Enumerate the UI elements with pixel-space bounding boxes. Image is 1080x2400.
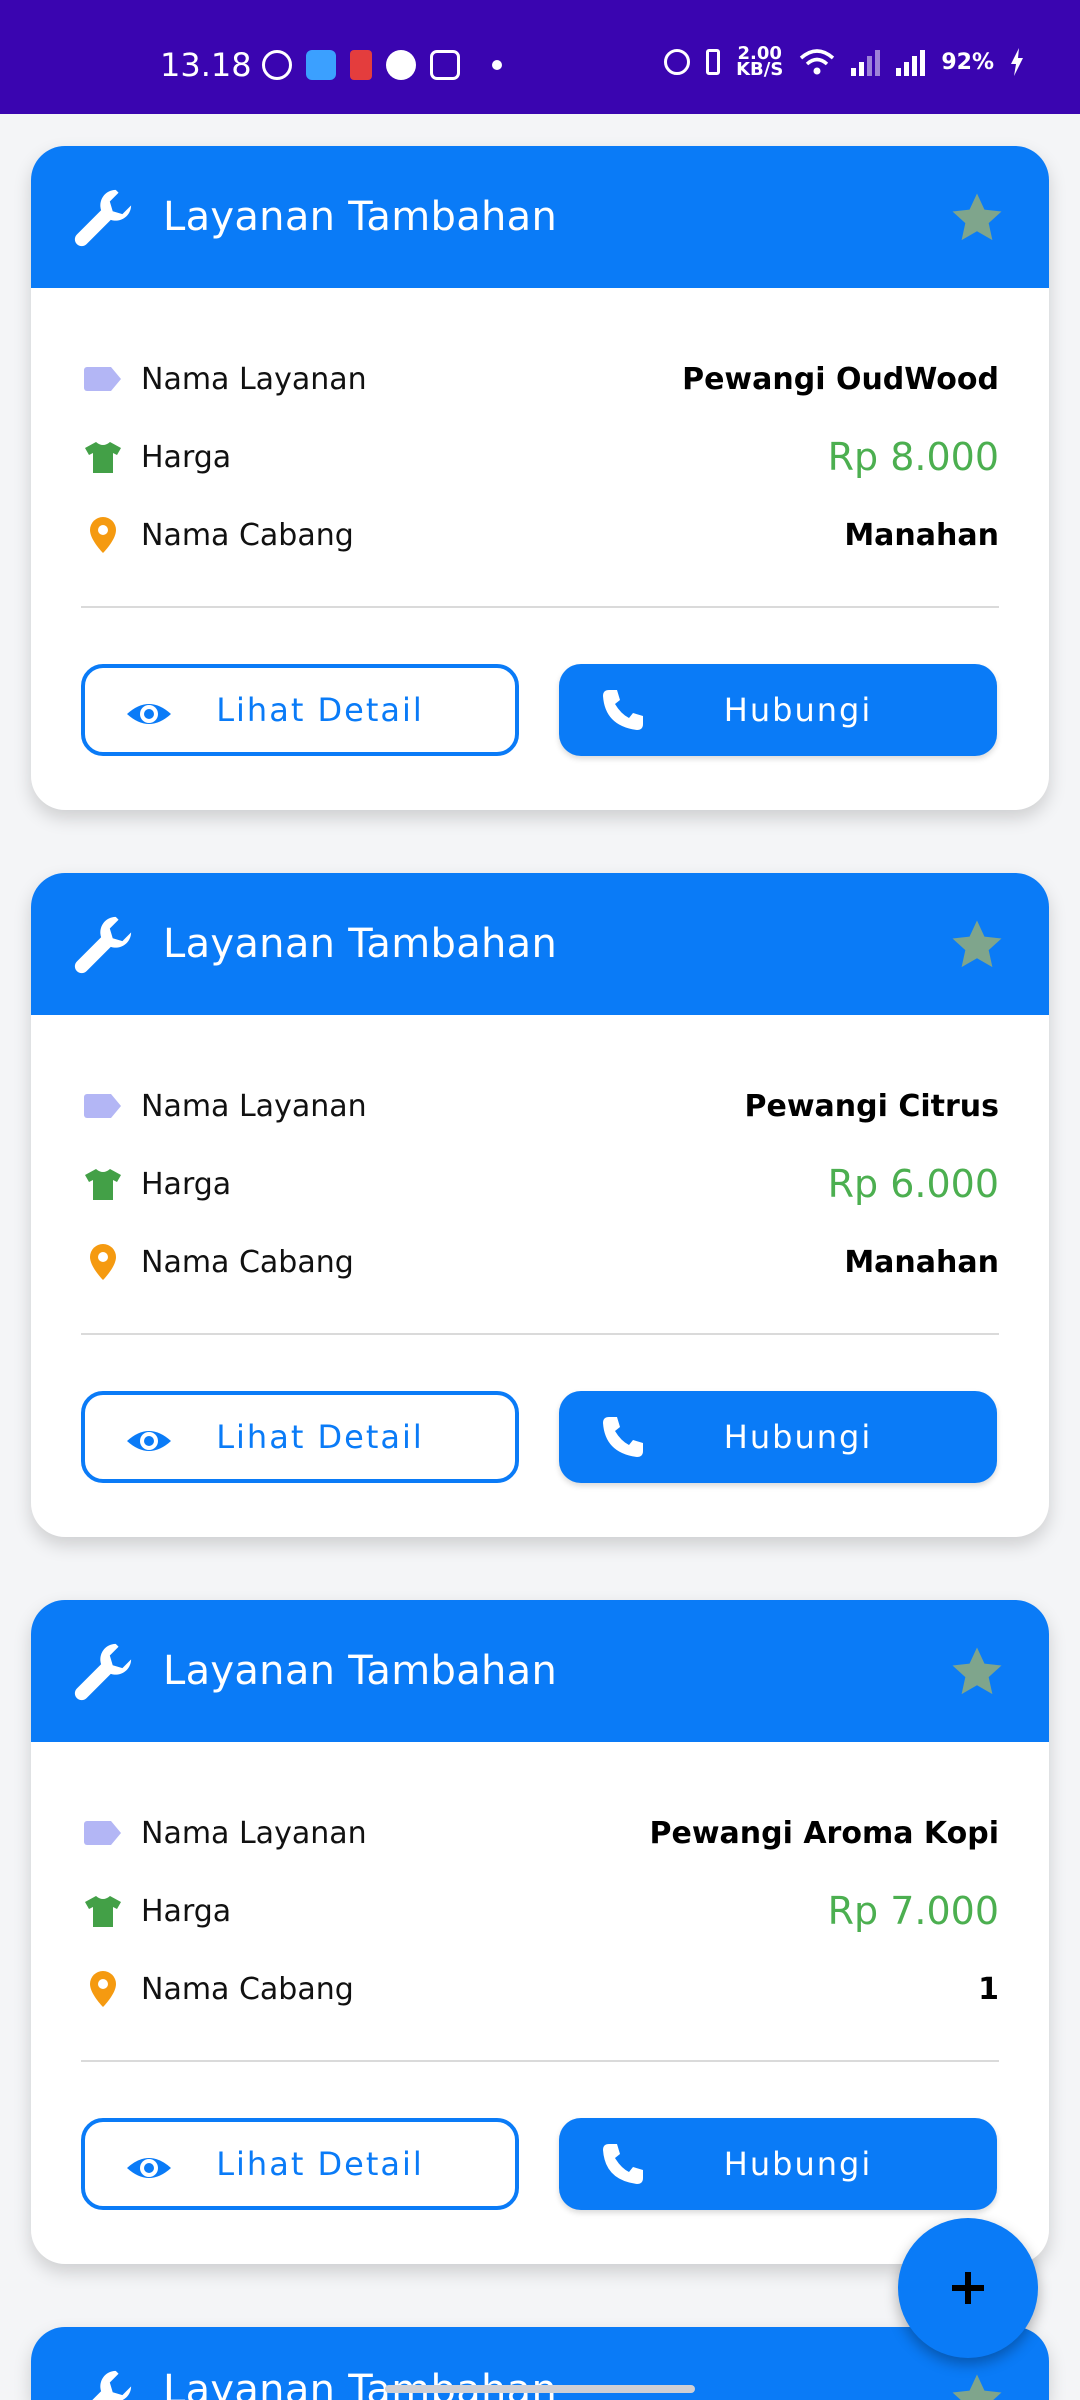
- eye-icon: [127, 704, 171, 724]
- branch-value: 1: [978, 1971, 999, 2007]
- price-row: Harga Rp 7.000: [83, 1872, 999, 1950]
- card-title: Layanan Tambahan: [163, 2367, 558, 2400]
- service-card[interactable]: Layanan Tambahan Nama Layanan Pewangi Ou…: [31, 146, 1049, 810]
- contact-button[interactable]: Hubungi: [559, 2118, 997, 2210]
- view-detail-button[interactable]: Lihat Detail: [81, 2118, 519, 2210]
- location-pin-icon: [83, 1969, 123, 2009]
- location-pin-icon: [83, 515, 123, 555]
- wrench-icon: [74, 916, 132, 974]
- phone-icon: [603, 690, 643, 730]
- service-name-row: Nama Layanan Pewangi OudWood: [83, 340, 999, 418]
- shirt-icon: [83, 437, 123, 477]
- instagram-icon: [430, 50, 460, 80]
- shirt-icon: [83, 1164, 123, 1204]
- status-time: 13.18: [160, 46, 252, 84]
- branch-row: Nama Cabang 1: [83, 1950, 999, 2028]
- app-notification-icon: [306, 50, 336, 80]
- charging-bolt-icon: [1011, 48, 1023, 76]
- signal-sim1-icon: [851, 48, 881, 76]
- card-title: Layanan Tambahan: [163, 921, 558, 967]
- add-service-button[interactable]: [898, 2218, 1038, 2358]
- notification-icons: [262, 50, 502, 80]
- service-card[interactable]: Layanan Tambahan Nama Layanan Pewangi Ar…: [31, 1600, 1049, 2264]
- system-status-icons: 2.00 KB/S 92%: [664, 43, 1024, 80]
- star-icon[interactable]: [949, 1644, 1005, 1700]
- phone-icon: [603, 2144, 643, 2184]
- price-value: Rp 7.000: [827, 1889, 999, 1933]
- signal-sim2-icon: [896, 48, 926, 76]
- price-label: Harga: [141, 1893, 232, 1929]
- label-tag-icon: [83, 1086, 123, 1126]
- branch-row: Nama Cabang Manahan: [83, 1223, 999, 1301]
- facebook-icon: [386, 50, 416, 80]
- service-name-label: Nama Layanan: [141, 361, 367, 397]
- price-label: Harga: [141, 1166, 232, 1202]
- eye-icon: [127, 2158, 171, 2178]
- star-icon[interactable]: [949, 2371, 1005, 2400]
- branch-value: Manahan: [844, 1244, 999, 1280]
- branch-label: Nama Cabang: [141, 517, 354, 553]
- payment-app-icon: [350, 50, 372, 80]
- location-pin-icon: [83, 1242, 123, 1282]
- more-notifications-dot: [492, 60, 502, 70]
- wrench-icon: [92, 2370, 132, 2400]
- branch-row: Nama Cabang Manahan: [83, 496, 999, 574]
- contact-button[interactable]: Hubungi: [559, 664, 997, 756]
- wrench-icon: [74, 189, 132, 247]
- phone-icon: [603, 1417, 643, 1457]
- network-speed: 2.00 KB/S: [736, 43, 784, 80]
- wrench-icon: [74, 1643, 132, 1701]
- service-name-row: Nama Layanan Pewangi Aroma Kopi: [83, 1794, 999, 1872]
- view-detail-button[interactable]: Lihat Detail: [81, 1391, 519, 1483]
- plus-icon: [952, 2272, 984, 2304]
- status-bar: 13.18 2.00 KB/S 92%: [0, 0, 1080, 114]
- service-name-label: Nama Layanan: [141, 1815, 367, 1851]
- price-value: Rp 6.000: [827, 1162, 999, 1206]
- gesture-home-indicator[interactable]: [385, 2385, 695, 2393]
- price-label: Harga: [141, 439, 232, 475]
- alarm-icon: [664, 49, 691, 75]
- label-tag-icon: [83, 1813, 123, 1853]
- branch-value: Manahan: [844, 517, 999, 553]
- card-header: Layanan Tambahan: [31, 1600, 1049, 1742]
- label-tag-icon: [83, 359, 123, 399]
- service-card[interactable]: Layanan Tambahan Nama Layanan Pewangi Ci…: [31, 873, 1049, 1537]
- service-name-row: Nama Layanan Pewangi Citrus: [83, 1067, 999, 1145]
- card-header: Layanan Tambahan: [31, 873, 1049, 1015]
- price-value: Rp 8.000: [827, 435, 999, 479]
- price-row: Harga Rp 8.000: [83, 418, 999, 496]
- shirt-icon: [83, 1891, 123, 1931]
- service-name-value: Pewangi Citrus: [744, 1088, 999, 1124]
- star-icon[interactable]: [949, 190, 1005, 246]
- contact-button[interactable]: Hubungi: [559, 1391, 997, 1483]
- card-header: Layanan Tambahan: [31, 146, 1049, 288]
- price-row: Harga Rp 6.000: [83, 1145, 999, 1223]
- card-title: Layanan Tambahan: [163, 1648, 558, 1694]
- service-name-label: Nama Layanan: [141, 1088, 367, 1124]
- card-title: Layanan Tambahan: [163, 194, 558, 240]
- whatsapp-icon: [262, 50, 292, 80]
- wifi-icon: [800, 49, 835, 75]
- branch-label: Nama Cabang: [141, 1971, 354, 2007]
- star-icon[interactable]: [949, 917, 1005, 973]
- service-name-value: Pewangi Aroma Kopi: [649, 1815, 999, 1851]
- vibrate-icon: [706, 49, 721, 75]
- service-name-value: Pewangi OudWood: [682, 361, 999, 397]
- view-detail-button[interactable]: Lihat Detail: [81, 664, 519, 756]
- battery-level: 92%: [941, 49, 994, 75]
- eye-icon: [127, 1431, 171, 1451]
- branch-label: Nama Cabang: [141, 1244, 354, 1280]
